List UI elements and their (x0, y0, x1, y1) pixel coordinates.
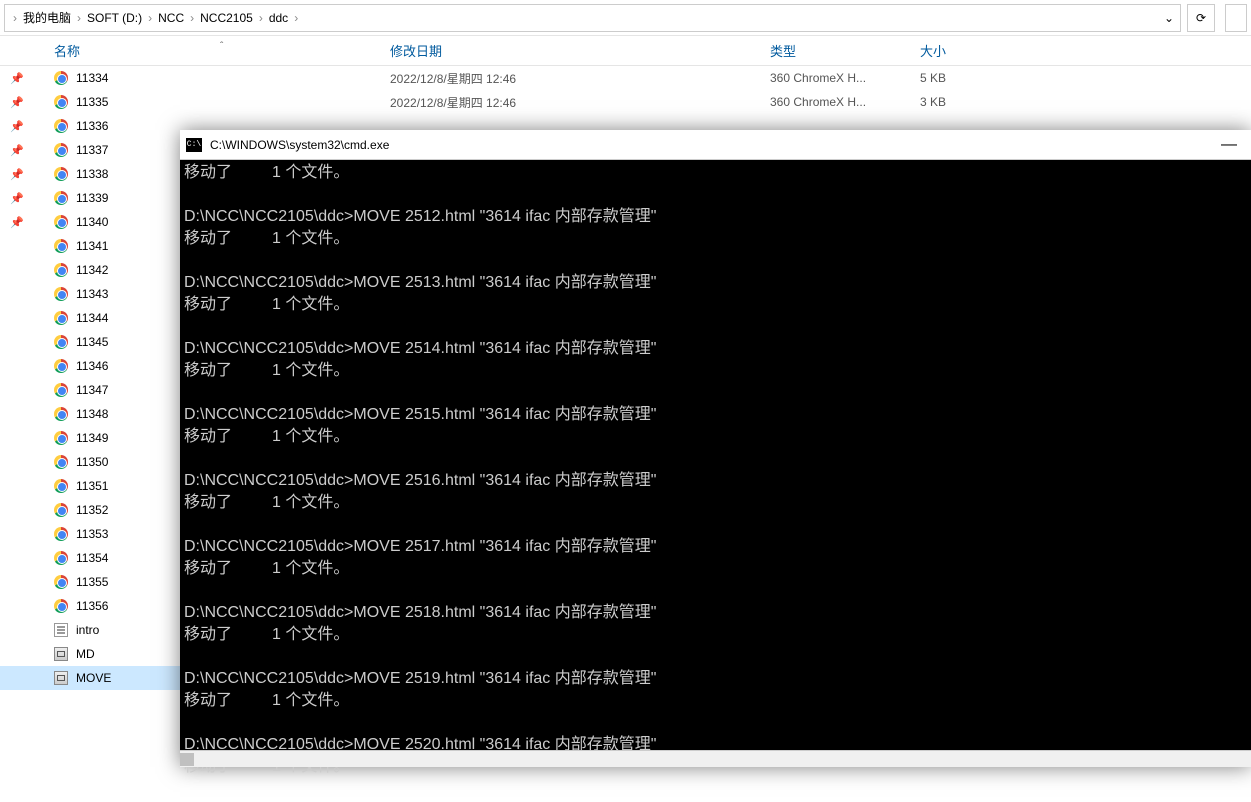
chrome-icon (50, 431, 72, 445)
pin-icon[interactable]: 📌 (0, 144, 50, 157)
chevron-icon: › (146, 11, 154, 25)
cmd-output[interactable]: 移动了 1 个文件。 D:\NCC\NCC2105\ddc>MOVE 2512.… (180, 160, 1251, 802)
cmd-horizontal-scrollbar[interactable] (180, 750, 1251, 767)
chrome-icon (50, 383, 72, 397)
pin-icon[interactable]: 📌 (0, 168, 50, 181)
chrome-icon (50, 239, 72, 253)
pin-icon[interactable]: 📌 (0, 72, 50, 85)
chevron-icon: › (188, 11, 196, 25)
refresh-icon: ⟳ (1196, 11, 1206, 25)
scrollbar-thumb[interactable] (180, 753, 194, 766)
bat-icon (50, 647, 72, 661)
sort-indicator-icon: ˆ (220, 41, 223, 52)
chrome-icon (50, 575, 72, 589)
chrome-icon (50, 95, 72, 109)
pin-icon[interactable]: 📌 (0, 96, 50, 109)
history-dropdown-icon[interactable]: ⌄ (1164, 11, 1174, 25)
file-date: 2022/12/8/星期四 12:46 (390, 70, 770, 87)
column-name[interactable]: 名称ˆ (50, 41, 390, 60)
chevron-icon: › (257, 11, 265, 25)
file-date: 2022/12/8/星期四 12:46 (390, 94, 770, 111)
column-type[interactable]: 类型 (770, 41, 920, 60)
chrome-icon (50, 71, 72, 85)
chrome-icon (50, 287, 72, 301)
file-row[interactable]: 📌 113342022/12/8/星期四 12:46360 ChromeX H..… (0, 66, 1251, 90)
crumb-ddc[interactable]: ddc (265, 11, 292, 25)
file-size: 5 KB (920, 71, 1020, 85)
refresh-button[interactable]: ⟳ (1187, 4, 1215, 32)
file-name[interactable]: 11334 (72, 71, 390, 85)
breadcrumb[interactable]: › 我的电脑 › SOFT (D:) › NCC › NCC2105 › ddc… (4, 4, 1181, 32)
bat-icon (50, 671, 72, 685)
chrome-icon (50, 119, 72, 133)
cmd-icon: C:\ (186, 138, 202, 152)
crumb-ncc[interactable]: NCC (154, 11, 188, 25)
column-header-row: 名称ˆ 修改日期 类型 大小 (0, 36, 1251, 66)
chrome-icon (50, 503, 72, 517)
file-type: 360 ChromeX H... (770, 95, 920, 109)
pin-icon[interactable]: 📌 (0, 216, 50, 229)
chrome-icon (50, 311, 72, 325)
chrome-icon (50, 167, 72, 181)
txt-icon (50, 623, 72, 637)
cmd-window[interactable]: C:\ C:\WINDOWS\system32\cmd.exe — 移动了 1 … (180, 130, 1251, 767)
chrome-icon (50, 143, 72, 157)
chrome-icon (50, 263, 72, 277)
crumb-my-computer[interactable]: 我的电脑 (19, 9, 75, 26)
chevron-icon: › (11, 11, 19, 25)
cmd-title-text: C:\WINDOWS\system32\cmd.exe (210, 138, 1213, 152)
pin-icon[interactable]: 📌 (0, 120, 50, 133)
crumb-drive[interactable]: SOFT (D:) (83, 11, 146, 25)
address-bar: › 我的电脑 › SOFT (D:) › NCC › NCC2105 › ddc… (0, 0, 1251, 36)
chrome-icon (50, 191, 72, 205)
chrome-icon (50, 215, 72, 229)
chrome-icon (50, 479, 72, 493)
column-size[interactable]: 大小 (920, 41, 1020, 60)
chrome-icon (50, 359, 72, 373)
search-box[interactable] (1225, 4, 1247, 32)
file-name[interactable]: 11335 (72, 95, 390, 109)
cmd-titlebar[interactable]: C:\ C:\WINDOWS\system32\cmd.exe — (180, 130, 1251, 160)
column-date[interactable]: 修改日期 (390, 41, 770, 60)
chrome-icon (50, 527, 72, 541)
chrome-icon (50, 599, 72, 613)
pin-icon[interactable]: 📌 (0, 192, 50, 205)
crumb-ncc2105[interactable]: NCC2105 (196, 11, 257, 25)
file-size: 3 KB (920, 95, 1020, 109)
minimize-icon[interactable]: — (1213, 136, 1245, 154)
chrome-icon (50, 407, 72, 421)
file-type: 360 ChromeX H... (770, 71, 920, 85)
chrome-icon (50, 335, 72, 349)
chrome-icon (50, 551, 72, 565)
chevron-icon: › (292, 11, 300, 25)
file-row[interactable]: 📌 113352022/12/8/星期四 12:46360 ChromeX H..… (0, 90, 1251, 114)
chrome-icon (50, 455, 72, 469)
chevron-icon: › (75, 11, 83, 25)
